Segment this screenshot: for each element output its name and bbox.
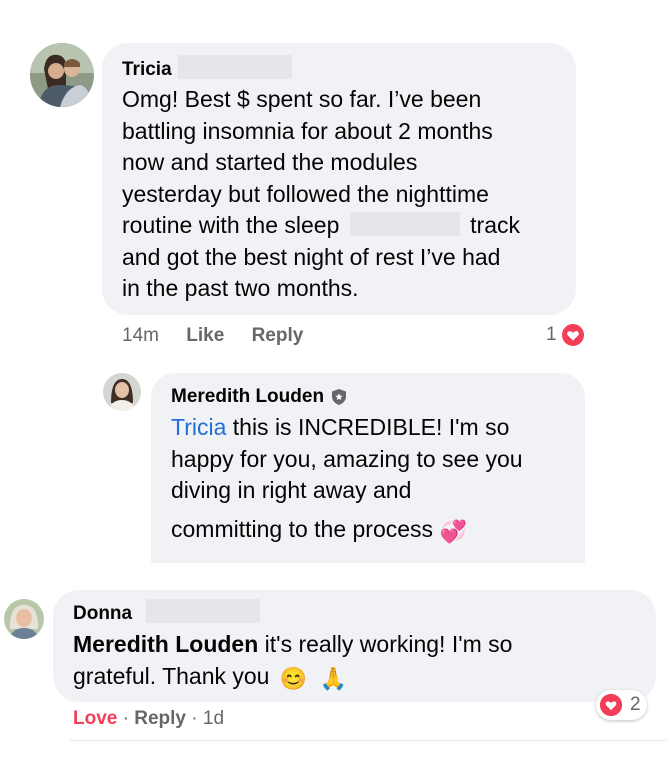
reaction-summary[interactable]: 2: [596, 690, 647, 720]
reply-button[interactable]: Reply: [134, 708, 186, 729]
mention-link[interactable]: Tricia: [171, 414, 226, 440]
comment-author[interactable]: Donna: [73, 603, 132, 625]
redacted-surname: [146, 599, 260, 623]
smiling-face-icon: 😊: [279, 665, 308, 691]
admin-shield-icon: [332, 389, 347, 405]
mention-link[interactable]: Meredith Louden: [73, 631, 258, 657]
redacted-surname: [178, 55, 292, 79]
two-hearts-icon: 💞: [439, 518, 467, 544]
comment-text: Omg! Best $ spent so far. I’ve been batt…: [122, 86, 520, 301]
redacted-text: [349, 212, 460, 236]
comment-thread: Tricia Omg! Best $ spent so far. I’ve be…: [0, 0, 667, 768]
avatar-meredith[interactable]: [103, 373, 141, 411]
folded-hands-icon: 🙏: [319, 665, 348, 691]
comment-author[interactable]: Tricia: [122, 59, 172, 81]
comment-actions: 14m Like Reply: [122, 325, 303, 347]
separator-dot: ·: [122, 708, 135, 729]
comment-timestamp[interactable]: 14m: [122, 325, 159, 346]
divider: [70, 740, 667, 741]
like-button[interactable]: Like: [186, 325, 224, 346]
comment-actions: Love · Reply · 1d: [73, 708, 224, 730]
comment-text: Tricia this is INCREDIBLE! I'm so happy …: [171, 412, 523, 545]
separator-dot: ·: [191, 708, 203, 729]
reaction-count: 1: [546, 324, 557, 345]
heart-icon: [559, 322, 586, 348]
avatar-tricia[interactable]: [30, 43, 94, 107]
comment-author[interactable]: Meredith Louden: [171, 386, 348, 408]
avatar-donna[interactable]: [4, 599, 44, 639]
heart-icon: [599, 693, 623, 717]
reply-button[interactable]: Reply: [252, 325, 304, 346]
comment-text: Meredith Louden it's really working! I'm…: [73, 629, 512, 692]
comment-timestamp[interactable]: 1d: [203, 708, 224, 729]
reaction-count: 2: [630, 694, 641, 715]
reaction-summary[interactable]: 1: [546, 322, 586, 348]
love-reaction-button[interactable]: Love: [73, 708, 117, 729]
